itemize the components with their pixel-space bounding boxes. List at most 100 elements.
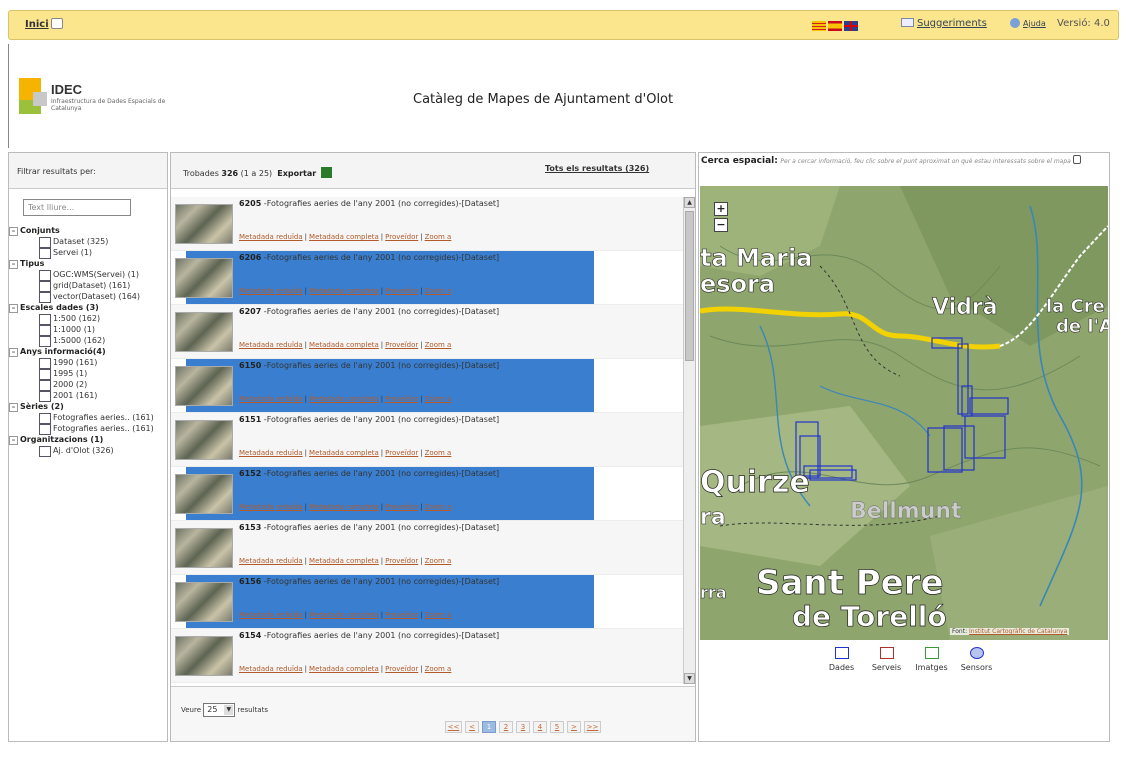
filter-checkbox[interactable]: Fotografies aeries.. (161) [9, 412, 167, 424]
filter-checkbox[interactable]: 2000 (2) [9, 379, 167, 391]
result-link[interactable]: Proveïdor [385, 503, 418, 511]
page-button[interactable]: 1 [482, 721, 496, 733]
result-link[interactable]: Proveïdor [385, 395, 418, 403]
help-link[interactable]: Ajuda [1010, 18, 1046, 28]
zoom-in-button[interactable]: + [714, 202, 728, 216]
page-button[interactable]: 3 [516, 721, 530, 733]
export-excel-icon[interactable] [320, 167, 332, 178]
filter-group[interactable]: Anys informació(4) [9, 346, 167, 357]
result-thumbnail[interactable] [175, 312, 233, 352]
result-link[interactable]: Metadada reduïda [239, 341, 303, 349]
filter-checkbox[interactable]: Fotografies aeries.. (161) [9, 423, 167, 435]
page-button[interactable]: 2 [499, 721, 513, 733]
page-button[interactable]: << [445, 721, 462, 733]
result-thumbnail[interactable] [175, 582, 233, 622]
result-link[interactable]: Metadada reduïda [239, 233, 303, 241]
result-link[interactable]: Metadada completa [309, 611, 379, 619]
result-link[interactable]: Metadada completa [309, 557, 379, 565]
result-thumbnail[interactable] [175, 636, 233, 676]
result-link[interactable]: Proveïdor [385, 287, 418, 295]
result-link[interactable]: Zoom a [425, 233, 452, 241]
result-link[interactable]: Zoom a [425, 395, 452, 403]
result-link[interactable]: Proveïdor [385, 557, 418, 565]
scroll-up-icon[interactable]: ▲ [684, 197, 695, 208]
result-link[interactable]: Metadada reduïda [239, 449, 303, 457]
page-button[interactable]: < [465, 721, 479, 733]
filter-item-label: grid(Dataset) (161) [53, 281, 131, 290]
result-link[interactable]: Zoom a [425, 287, 452, 295]
result-link[interactable]: Proveïdor [385, 611, 418, 619]
filter-checkbox[interactable]: 1:5000 (162) [9, 335, 167, 347]
result-link[interactable]: Metadada reduïda [239, 611, 303, 619]
result-thumbnail[interactable] [175, 528, 233, 568]
link-separator: | [380, 557, 384, 565]
scroll-down-icon[interactable]: ▼ [684, 673, 695, 684]
filter-group[interactable]: Tipus [9, 258, 167, 269]
page-button[interactable]: >> [584, 721, 601, 733]
filter-checkbox[interactable]: Dataset (325) [9, 236, 167, 248]
top-bar: Inici Suggeriments Ajuda Versió: 4.0 [8, 10, 1119, 40]
result-link[interactable]: Zoom a [425, 611, 452, 619]
page-button[interactable]: > [567, 721, 581, 733]
result-link[interactable]: Metadada completa [309, 395, 379, 403]
result-link[interactable]: Metadada completa [309, 287, 379, 295]
filter-checkbox[interactable]: 1995 (1) [9, 368, 167, 380]
result-text: -Fotografies aeries de l'any 2001 (no co… [261, 361, 500, 370]
result-link[interactable]: Zoom a [425, 557, 452, 565]
filter-checkbox[interactable]: Servei (1) [9, 247, 167, 259]
map-view[interactable]: ta Maria esora Vidrà la Cre de l'Ar Quir… [700, 186, 1108, 640]
result-link[interactable]: Metadada completa [309, 665, 379, 673]
result-link[interactable]: Zoom a [425, 503, 452, 511]
catalan-flag-icon[interactable] [812, 21, 826, 31]
result-thumbnail[interactable] [175, 420, 233, 460]
result-link[interactable]: Proveïdor [385, 233, 418, 241]
credit-link[interactable]: Institut Cartogràfic de Catalunya [969, 628, 1067, 635]
mail-icon [901, 18, 914, 27]
filter-group[interactable]: Sèries (2) [9, 401, 167, 412]
filter-checkbox[interactable]: grid(Dataset) (161) [9, 280, 167, 292]
result-link[interactable]: Metadada completa [309, 449, 379, 457]
filter-checkbox[interactable]: 2001 (161) [9, 390, 167, 402]
result-link[interactable]: Metadada completa [309, 233, 379, 241]
result-thumbnail[interactable] [175, 204, 233, 244]
home-link[interactable]: Inici [25, 18, 63, 30]
result-link[interactable]: Zoom a [425, 449, 452, 457]
filter-checkbox[interactable]: vector(Dataset) (164) [9, 291, 167, 303]
zoom-out-button[interactable]: − [714, 218, 728, 232]
page-button[interactable]: 5 [550, 721, 564, 733]
result-link[interactable]: Zoom a [425, 341, 452, 349]
home-label: Inici [25, 19, 49, 30]
result-link[interactable]: Metadada reduïda [239, 395, 303, 403]
result-link[interactable]: Proveïdor [385, 341, 418, 349]
result-thumbnail[interactable] [175, 474, 233, 514]
filter-checkbox[interactable]: 1:500 (162) [9, 313, 167, 325]
scroll-thumb[interactable] [685, 211, 694, 361]
all-results-link[interactable]: Tots els resultats (326) [545, 164, 649, 173]
map-canvas[interactable]: ta Maria esora Vidrà la Cre de l'Ar Quir… [700, 186, 1108, 640]
result-thumbnail[interactable] [175, 258, 233, 298]
suggestions-link[interactable]: Suggeriments [901, 18, 987, 29]
result-link[interactable]: Metadada reduïda [239, 503, 303, 511]
result-link[interactable]: Proveïdor [385, 665, 418, 673]
result-link[interactable]: Metadada completa [309, 341, 379, 349]
results-scrollbar[interactable]: ▲ ▼ [683, 197, 695, 684]
page-button[interactable]: 4 [533, 721, 547, 733]
result-link[interactable]: Metadada reduïda [239, 287, 303, 295]
english-flag-icon[interactable] [844, 21, 858, 31]
filter-group[interactable]: Organitzacions (1) [9, 434, 167, 445]
filter-checkbox[interactable]: 1990 (161) [9, 357, 167, 369]
result-link[interactable]: Proveïdor [385, 449, 418, 457]
result-link[interactable]: Metadada reduïda [239, 665, 303, 673]
result-link[interactable]: Zoom a [425, 665, 452, 673]
result-link[interactable]: Metadada completa [309, 503, 379, 511]
free-text-input[interactable]: Text lliure... [23, 199, 131, 216]
result-thumbnail[interactable] [175, 366, 233, 406]
result-link[interactable]: Metadada reduïda [239, 557, 303, 565]
per-page-select[interactable]: 25 [203, 703, 236, 717]
filter-checkbox[interactable]: OGC:WMS(Servei) (1) [9, 269, 167, 281]
filter-checkbox[interactable]: 1:1000 (1) [9, 324, 167, 336]
filter-checkbox[interactable]: Aj. d'Olot (326) [9, 445, 167, 457]
spanish-flag-icon[interactable] [828, 21, 842, 31]
filter-group[interactable]: Conjunts [9, 225, 167, 236]
filter-group[interactable]: Escales dades (3) [9, 302, 167, 313]
